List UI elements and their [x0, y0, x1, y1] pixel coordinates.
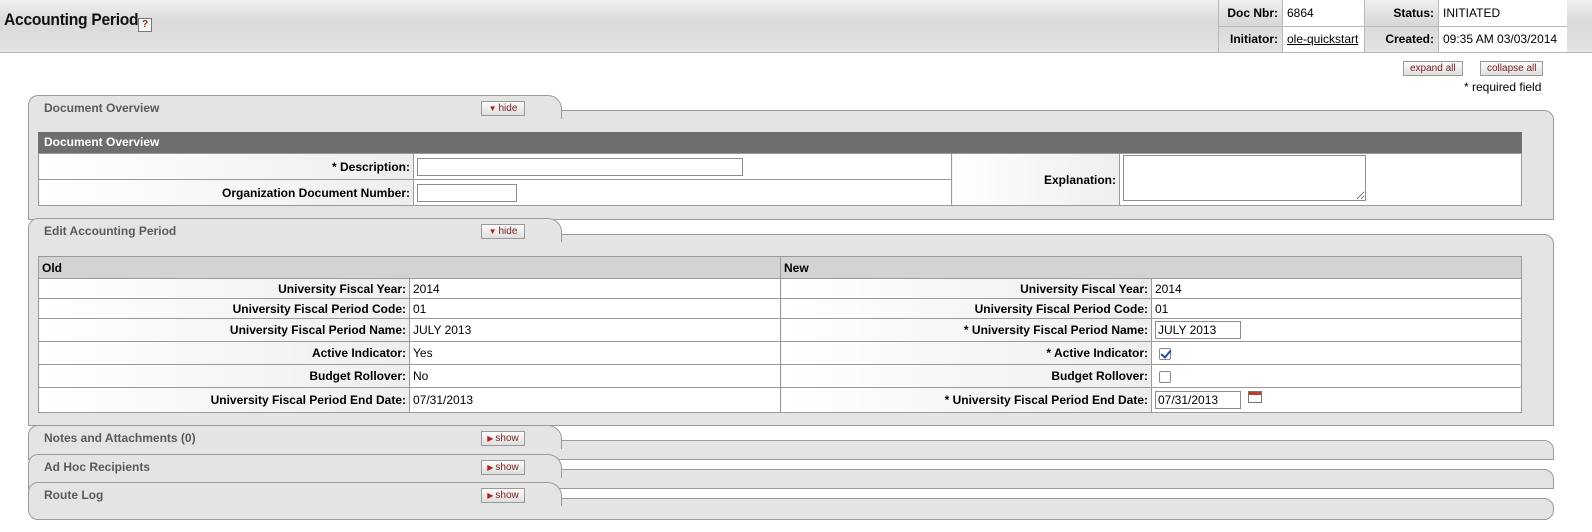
notes-attachments-tab: Notes and Attachments (0) ▶ show	[28, 425, 562, 449]
document-overview-table: * Description: Explanation: Organization…	[38, 153, 1522, 206]
page-title: Accounting Period	[4, 10, 139, 29]
explanation-label: Explanation:	[951, 153, 1120, 206]
description-input[interactable]	[417, 157, 743, 176]
edit-accounting-period-table: Old New University Fiscal Year: 2014 Uni…	[38, 256, 1522, 413]
tab-label: Document Overview	[44, 101, 160, 115]
org-doc-number-input[interactable]	[417, 183, 517, 202]
route-log-show-button[interactable]: ▶ show	[481, 488, 525, 503]
new-field-label: University Fiscal Period Code:	[780, 298, 1152, 319]
calendar-icon[interactable]	[1248, 391, 1263, 403]
new-field-value: 2014	[1151, 278, 1522, 299]
initiator-link[interactable]: ole-quickstart	[1287, 32, 1358, 46]
table-row: University Fiscal Year: 2014 University …	[38, 278, 1522, 299]
new-field-label: Budget Rollover:	[780, 364, 1152, 388]
triangle-right-icon: ▶	[487, 491, 494, 500]
route-log-tab: Route Log ▶ show	[28, 482, 562, 506]
document-overview-hide-button[interactable]: ▼ hide	[481, 101, 525, 116]
old-field-value: 07/31/2013	[409, 387, 781, 413]
old-column-header: Old	[38, 256, 781, 279]
old-field-value: JULY 2013	[409, 318, 781, 342]
old-field-value: 01	[409, 298, 781, 319]
old-field-label: University Fiscal Period End Date:	[38, 387, 410, 413]
end-date-input[interactable]	[1155, 391, 1241, 409]
created-value: 09:35 AM 03/03/2014	[1438, 26, 1567, 52]
tab-label: Edit Accounting Period	[44, 224, 177, 238]
new-column-header: New	[780, 256, 1522, 279]
table-row: Active Indicator: Yes * Active Indicator…	[38, 341, 1522, 365]
document-info-table: Doc Nbr: 6864 Status: INITIATED Initiato…	[1218, 0, 1567, 52]
adhoc-show-button[interactable]: ▶ show	[481, 460, 525, 475]
edit-accounting-period-hide-button[interactable]: ▼ hide	[481, 224, 525, 239]
initiator-label: Initiator:	[1218, 26, 1283, 52]
tab-label: Ad Hoc Recipients	[44, 460, 151, 474]
period-name-input[interactable]	[1155, 321, 1241, 339]
old-field-label: Active Indicator:	[38, 341, 410, 365]
old-field-label: Budget Rollover:	[38, 364, 410, 388]
doc-nbr-value: 6864	[1282, 0, 1365, 27]
triangle-right-icon: ▶	[487, 463, 494, 472]
document-header: Accounting Period ? Doc Nbr: 6864 Status…	[0, 0, 1592, 53]
budget-rollover-checkbox[interactable]	[1159, 370, 1171, 383]
old-field-label: University Fiscal Period Name:	[38, 318, 410, 342]
tab-label: Route Log	[44, 488, 104, 502]
required-field-note: * required field	[1464, 80, 1542, 94]
new-field-label: * University Fiscal Period Name:	[780, 318, 1152, 342]
new-field-label: University Fiscal Year:	[780, 278, 1152, 299]
active-indicator-checkbox[interactable]	[1159, 347, 1171, 360]
triangle-down-icon: ▼	[488, 104, 497, 113]
triangle-right-icon: ▶	[487, 434, 494, 443]
triangle-down-icon: ▼	[488, 227, 497, 236]
table-row: University Fiscal Period Code: 01 Univer…	[38, 298, 1522, 319]
old-field-value: Yes	[409, 341, 781, 365]
expand-all-button[interactable]: expand all	[1403, 61, 1463, 76]
status-label: Status:	[1364, 0, 1439, 27]
new-field-value: 01	[1151, 298, 1522, 319]
help-icon[interactable]: ?	[138, 18, 152, 32]
old-field-label: University Fiscal Year:	[38, 278, 410, 299]
description-label: * Description:	[38, 153, 414, 180]
notes-show-button[interactable]: ▶ show	[481, 431, 525, 446]
explanation-textarea[interactable]	[1123, 155, 1366, 201]
new-field-label: * Active Indicator:	[780, 341, 1152, 365]
status-value: INITIATED	[1438, 0, 1567, 27]
created-label: Created:	[1364, 26, 1439, 52]
org-doc-number-label: Organization Document Number:	[38, 179, 414, 206]
table-row: University Fiscal Period End Date: 07/31…	[38, 387, 1522, 413]
doc-nbr-label: Doc Nbr:	[1218, 0, 1283, 27]
table-row: University Fiscal Period Name: JULY 2013…	[38, 318, 1522, 342]
adhoc-recipients-tab: Ad Hoc Recipients ▶ show	[28, 454, 562, 478]
old-field-value: No	[409, 364, 781, 388]
collapse-all-button[interactable]: collapse all	[1480, 61, 1544, 76]
section-header: Document Overview	[38, 132, 1522, 153]
edit-accounting-period-tab: Edit Accounting Period ▼ hide	[28, 218, 562, 242]
new-field-label: * University Fiscal Period End Date:	[780, 387, 1152, 413]
old-field-label: University Fiscal Period Code:	[38, 298, 410, 319]
old-field-value: 2014	[409, 278, 781, 299]
tab-label: Notes and Attachments (0)	[44, 431, 196, 445]
table-row: Budget Rollover: No Budget Rollover:	[38, 364, 1522, 388]
document-overview-tab: Document Overview ▼ hide	[28, 95, 562, 119]
